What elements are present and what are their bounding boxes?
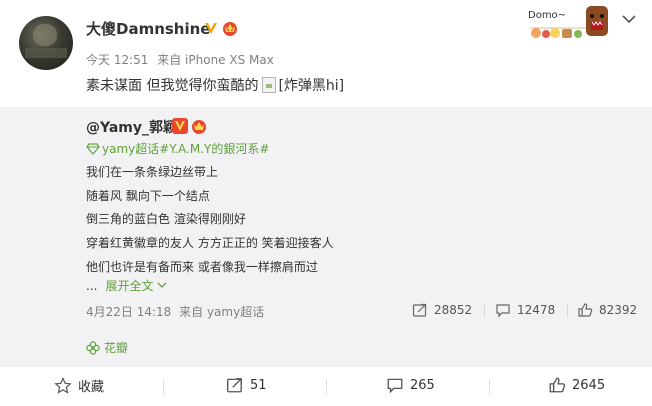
like-count: 2645: [572, 377, 606, 393]
divider: [326, 379, 327, 395]
avatar-figure: [33, 24, 57, 46]
comment-button[interactable]: 265: [386, 376, 435, 394]
repost-comments-stat[interactable]: 12478: [495, 302, 555, 318]
repost-topic-link[interactable]: yamy超话#Y.A.M.Y的銀河系#: [86, 140, 269, 157]
divider: [484, 304, 485, 318]
verified-v-icon: [172, 118, 188, 134]
repost-icon: [227, 378, 242, 393]
repost-line: 穿着红黄徽章的友人 方方正正的 笑着迎接客人: [86, 236, 334, 251]
verified-v-icon: [205, 23, 217, 34]
repost-card: @Yamy_郭颖 yamy超话#Y.A.M.Y的銀河系# 我们在一条条绿边丝带上…: [0, 107, 652, 366]
post-source: 来自 iPhone XS Max: [157, 53, 274, 67]
repost-reposts-count: 28852: [434, 303, 473, 317]
thumbs-up-icon: [549, 377, 566, 393]
repost-count: 51: [250, 377, 267, 393]
repost-button[interactable]: 51: [226, 376, 267, 394]
diamond-topic-icon: [86, 142, 100, 155]
post-text: 素未谋面 但我觉得你蛮酷的 [炸弹黑hi]: [86, 75, 344, 95]
post-meta: 今天 12:51 来自 iPhone XS Max: [86, 51, 274, 68]
ellipsis: ...: [86, 278, 98, 293]
broken-image-icon: [262, 77, 277, 93]
repost-line: 我们在一条条绿边丝带上: [86, 165, 219, 179]
repost-likes-stat[interactable]: 82392: [577, 302, 637, 318]
divider: [163, 379, 164, 395]
expand-label[interactable]: 展开全文: [105, 277, 153, 294]
thumbs-up-icon: [578, 303, 593, 317]
repost-topic-text: yamy超话#Y.A.M.Y的銀河系#: [102, 142, 270, 156]
favorite-label: 收藏: [78, 380, 105, 395]
repost-reposts-stat[interactable]: 28852: [412, 302, 472, 318]
comment-icon: [496, 304, 510, 318]
post-time[interactable]: 今天 12:51: [86, 53, 148, 67]
repost-line: 随着风 飘向下一个结点: [86, 188, 210, 203]
emote-label: [炸弹黑hi]: [278, 78, 345, 94]
repost-meta: 4月22日 14:18 来自 yamy超话: [86, 303, 264, 320]
expand-full-text[interactable]: ... 展开全文: [86, 277, 167, 294]
favorite-button[interactable]: 收藏: [54, 376, 104, 395]
avatar-band: [25, 48, 67, 58]
repost-icon: [412, 303, 427, 317]
post-author-name[interactable]: 大傻Damnshine: [86, 18, 210, 39]
repost-date[interactable]: 4月22日 14:18: [86, 305, 171, 319]
comment-icon: [387, 378, 403, 394]
repost-line: 他们也许是有备而来 或者像我一样擦肩而过: [86, 259, 318, 274]
like-button[interactable]: 2645: [548, 376, 605, 394]
repost-text: 我们在一条条绿边丝带上 随着风 飘向下一个结点 倒三角的蓝白色 渲染得刚刚好 穿…: [86, 161, 334, 279]
star-icon: [54, 376, 72, 394]
avatar[interactable]: [19, 16, 73, 70]
repost-comments-count: 12478: [517, 303, 556, 317]
repost-line: 倒三角的蓝白色 渲染得刚刚好: [86, 212, 246, 227]
comment-count: 265: [410, 377, 435, 393]
chevron-down-icon[interactable]: [622, 14, 636, 24]
flower-icon: [86, 340, 100, 355]
repost-likes-count: 82392: [599, 303, 638, 317]
post-text-content: 素未谋面 但我觉得你蛮酷的: [86, 78, 259, 94]
deco-text: Domo~: [528, 10, 566, 21]
action-bar: 收藏 51 265 2645: [0, 366, 652, 406]
repost-source: 来自 yamy超话: [179, 305, 265, 319]
emote: [炸弹黑hi]: [262, 75, 344, 95]
member-crown-icon: [223, 22, 237, 36]
divider: [567, 304, 568, 318]
domo-decoration: Domo~: [528, 6, 608, 38]
repost-author-name[interactable]: @Yamy_郭颖: [86, 117, 177, 137]
member-crown-icon: [192, 120, 206, 134]
chevron-down-icon: [158, 282, 167, 288]
repost-tag-link[interactable]: 花瓣: [86, 339, 128, 356]
repost-tag-text: 花瓣: [104, 341, 129, 355]
divider: [489, 379, 490, 395]
